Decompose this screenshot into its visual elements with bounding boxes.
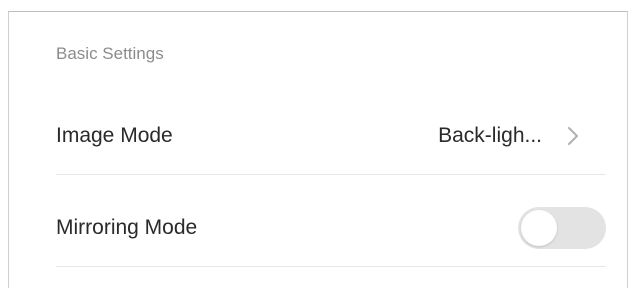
setting-label-image-mode: Image Mode [56,124,173,147]
setting-value-group: Back-ligh... [438,124,606,148]
divider [56,266,606,267]
mirroring-mode-toggle[interactable] [518,207,606,249]
divider [56,174,606,175]
setting-row-image-mode[interactable]: Image Mode Back-ligh... [56,114,606,158]
toggle-knob [521,210,557,246]
section-title: Basic Settings [56,44,164,63]
setting-value-image-mode: Back-ligh... [438,124,542,147]
chevron-right-icon[interactable] [562,125,584,147]
setting-label-mirroring-mode: Mirroring Mode [56,216,198,239]
setting-row-mirroring-mode: Mirroring Mode [56,206,606,250]
